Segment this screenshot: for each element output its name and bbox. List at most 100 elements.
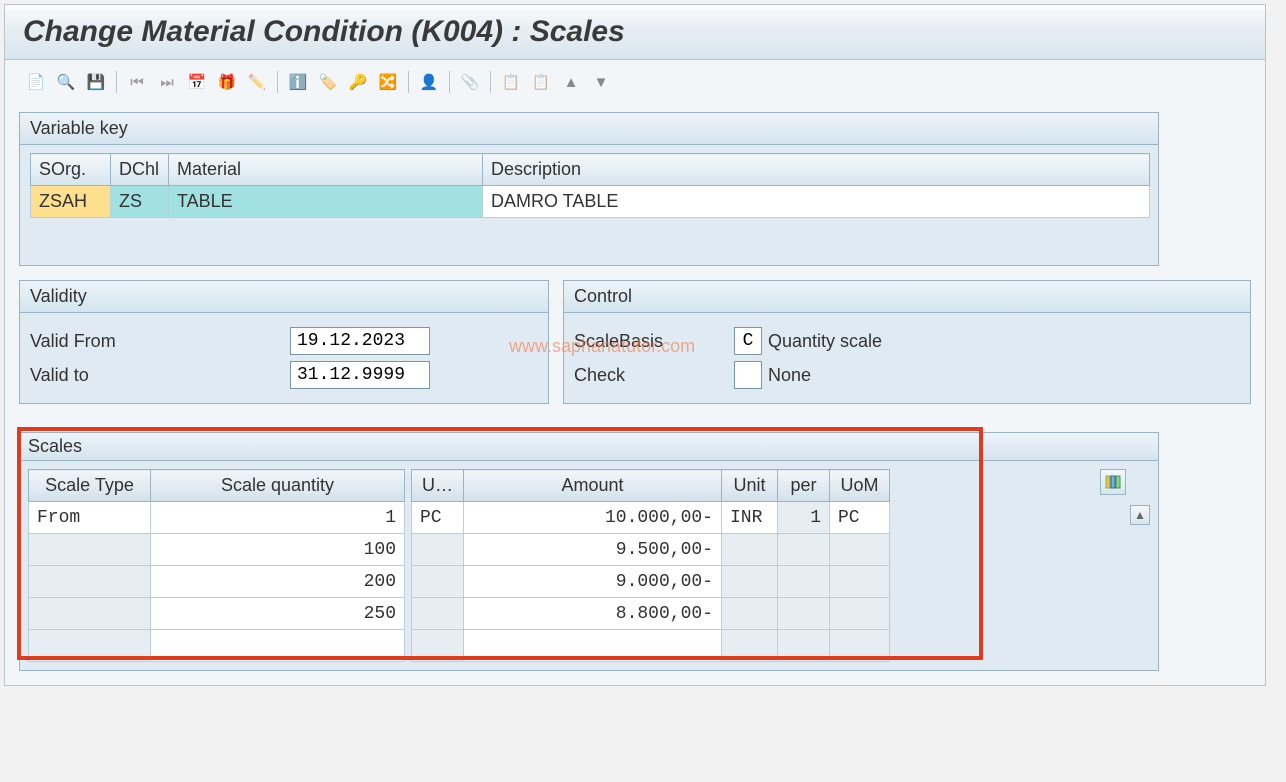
separator (449, 71, 450, 93)
cell-per-1[interactable] (778, 534, 830, 566)
scales-title: Scales (19, 432, 1159, 460)
variable-key-table: SOrg. DChl Material Description ZSAH ZS … (30, 153, 1150, 218)
cell-unit-1[interactable] (722, 534, 778, 566)
valid-from-input[interactable] (290, 327, 430, 355)
info-icon[interactable]: ℹ️ (285, 70, 311, 94)
control-group: Control ScaleBasis Quantity scale Check … (563, 280, 1251, 404)
configure-columns-icon[interactable] (1100, 469, 1126, 495)
scalebasis-code-input[interactable] (734, 327, 762, 355)
col-per[interactable]: per (778, 470, 830, 502)
valid-from-label: Valid From (30, 331, 290, 352)
relations-icon[interactable]: 🔀 (375, 70, 401, 94)
cell-uom-2[interactable] (830, 566, 890, 598)
save-icon[interactable]: 💾 (83, 70, 109, 94)
col-unit[interactable]: Unit (722, 470, 778, 502)
cell-amt-0[interactable]: 10.000,00- (464, 502, 722, 534)
validity-group: Validity Valid From Valid to (19, 280, 549, 404)
cell-amt-3[interactable]: 8.800,00- (464, 598, 722, 630)
check-label: Check (574, 365, 734, 386)
control-title: Control (564, 281, 1250, 313)
cell-amt-1[interactable]: 9.500,00- (464, 534, 722, 566)
cell-uom-0[interactable]: PC (830, 502, 890, 534)
cell-unit-2[interactable] (722, 566, 778, 598)
col-material[interactable]: Material (169, 154, 483, 186)
cell-unit-0[interactable]: INR (722, 502, 778, 534)
scalebasis-label: ScaleBasis (574, 331, 734, 352)
cell-u-1[interactable] (412, 534, 464, 566)
col-uom[interactable]: UoM (830, 470, 890, 502)
cell-type-4[interactable] (29, 630, 151, 662)
scales-table-right: U… Amount Unit per UoM PC 10.000,00- INR… (411, 469, 890, 662)
cell-per-3[interactable] (778, 598, 830, 630)
cell-amt-2[interactable]: 9.000,00- (464, 566, 722, 598)
user-icon[interactable]: 👤 (416, 70, 442, 94)
overview-icon[interactable]: 🔍 (53, 70, 79, 94)
cell-u-0[interactable]: PC (412, 502, 464, 534)
cell-qty-4[interactable] (151, 630, 405, 662)
doc2-icon[interactable]: 📋 (528, 70, 554, 94)
cell-u-3[interactable] (412, 598, 464, 630)
scales-group: Scales Scale Type Scale quantity From1 1… (19, 432, 1251, 671)
cell-per-2[interactable] (778, 566, 830, 598)
cell-unit-3[interactable] (722, 598, 778, 630)
first-record-icon[interactable]: ⏮ (124, 70, 150, 94)
cell-dchl[interactable]: ZS (111, 186, 169, 218)
scalebasis-text: Quantity scale (768, 331, 882, 352)
title-bar: Change Material Condition (K004) : Scale… (5, 5, 1265, 60)
expand-up-icon[interactable]: ▲ (558, 70, 584, 94)
cell-type-2[interactable] (29, 566, 151, 598)
calendar-icon[interactable]: 📅 (184, 70, 210, 94)
cell-description[interactable]: DAMRO TABLE (483, 186, 1150, 218)
cell-material[interactable]: TABLE (169, 186, 483, 218)
cell-type-3[interactable] (29, 598, 151, 630)
display-doc-icon[interactable]: 📄 (23, 70, 49, 94)
valid-to-label: Valid to (30, 365, 290, 386)
cell-uom-4[interactable] (830, 630, 890, 662)
valid-to-input[interactable] (290, 361, 430, 389)
content-area: Variable key SOrg. DChl Material Descrip… (5, 104, 1265, 685)
check-code-input[interactable] (734, 361, 762, 389)
cell-qty-1[interactable]: 100 (151, 534, 405, 566)
separator (408, 71, 409, 93)
cell-unit-4[interactable] (722, 630, 778, 662)
separator (490, 71, 491, 93)
hierarchy-icon[interactable]: 🏷️ (315, 70, 341, 94)
variable-key-group: Variable key SOrg. DChl Material Descrip… (19, 112, 1159, 266)
scales-table-left: Scale Type Scale quantity From1 100 200 … (28, 469, 405, 662)
cell-sorg[interactable]: ZSAH (31, 186, 111, 218)
next-record-icon[interactable]: ⏭ (154, 70, 180, 94)
col-dchl[interactable]: DChl (111, 154, 169, 186)
separator (277, 71, 278, 93)
variable-key-title: Variable key (20, 113, 1158, 145)
col-sorg[interactable]: SOrg. (31, 154, 111, 186)
attach-icon[interactable]: 📎 (457, 70, 483, 94)
col-description[interactable]: Description (483, 154, 1150, 186)
cell-type-0[interactable]: From (29, 502, 151, 534)
scroll-up-icon[interactable]: ▲ (1130, 505, 1150, 525)
key-icon[interactable]: 🔑 (345, 70, 371, 94)
toolbar: 📄 🔍 💾 ⏮ ⏭ 📅 🎁 ✏️ ℹ️ 🏷️ 🔑 🔀 👤 📎 📋 📋 ▲ ▼ (5, 60, 1265, 104)
cell-qty-3[interactable]: 250 (151, 598, 405, 630)
cell-qty-2[interactable]: 200 (151, 566, 405, 598)
gift-icon[interactable]: 🎁 (214, 70, 240, 94)
cell-uom-1[interactable] (830, 534, 890, 566)
cell-per-4[interactable] (778, 630, 830, 662)
cell-type-1[interactable] (29, 534, 151, 566)
doc1-icon[interactable]: 📋 (498, 70, 524, 94)
col-scale-type[interactable]: Scale Type (29, 470, 151, 502)
cell-qty-0[interactable]: 1 (151, 502, 405, 534)
validity-title: Validity (20, 281, 548, 313)
variable-key-row[interactable]: ZSAH ZS TABLE DAMRO TABLE (31, 186, 1150, 218)
cell-u-2[interactable] (412, 566, 464, 598)
edit-icon[interactable]: ✏️ (244, 70, 270, 94)
check-text: None (768, 365, 811, 386)
col-u[interactable]: U… (412, 470, 464, 502)
cell-u-4[interactable] (412, 630, 464, 662)
separator (116, 71, 117, 93)
cell-uom-3[interactable] (830, 598, 890, 630)
cell-per-0[interactable]: 1 (778, 502, 830, 534)
col-amount[interactable]: Amount (464, 470, 722, 502)
cell-amt-4[interactable] (464, 630, 722, 662)
expand-down-icon[interactable]: ▼ (588, 70, 614, 94)
col-scale-qty[interactable]: Scale quantity (151, 470, 405, 502)
